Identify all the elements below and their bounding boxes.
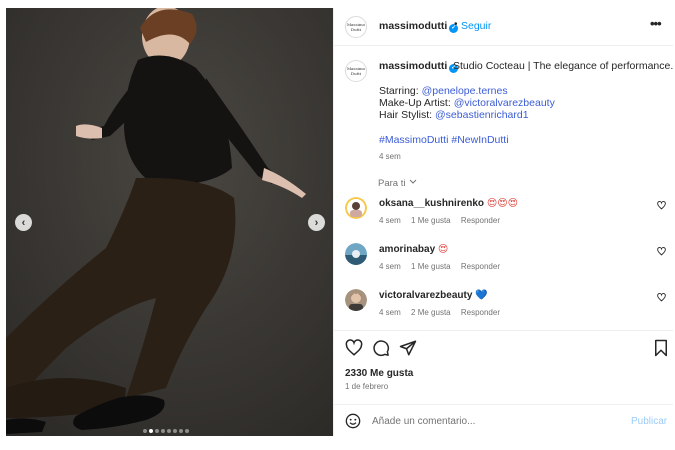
chevron-left-icon[interactable]: ‹: [15, 214, 32, 231]
carousel-dot: [173, 429, 177, 433]
caption-hashtags[interactable]: #MassimoDutti #NewInDutti: [379, 134, 509, 146]
caption-starring: Starring: @penelope.ternes: [379, 85, 508, 97]
comment-input[interactable]: [372, 412, 612, 430]
carousel-dot: [185, 429, 189, 433]
comment-icon[interactable]: [372, 339, 390, 357]
comment-item: oksana__kushnirenko 😍😍😍 4 sem 1 Me gusta…: [334, 197, 673, 239]
carousel-dot: [155, 429, 159, 433]
comment-time[interactable]: 4 sem: [379, 262, 401, 271]
heart-icon[interactable]: [345, 339, 363, 357]
comment-composer: Publicar: [334, 404, 673, 436]
makeup-handle-link[interactable]: @victoralvarezbeauty: [454, 97, 555, 109]
heart-icon[interactable]: [657, 201, 666, 213]
comment-time[interactable]: 4 sem: [379, 308, 401, 317]
carousel-dot: [161, 429, 165, 433]
starring-handle-link[interactable]: @penelope.ternes: [422, 85, 508, 97]
comment-likes[interactable]: 1 Me gusta: [411, 262, 451, 271]
follow-button[interactable]: Seguir: [461, 20, 491, 32]
caption-hair: Hair Stylist: @sebastienrichard1: [379, 109, 529, 121]
carousel-indicator: [143, 429, 189, 433]
chevron-down-icon: [409, 179, 417, 184]
header-username[interactable]: massimodutti ✓: [379, 20, 459, 33]
caption-makeup: Make-Up Artist: @victoralvarezbeauty: [379, 97, 555, 109]
post-photo: [6, 8, 333, 436]
avatar[interactable]: [345, 289, 367, 311]
comment-text: 😍: [437, 244, 449, 255]
comment-author-name[interactable]: victoralvarezbeauty: [379, 290, 472, 301]
comment-author[interactable]: oksana__kushnirenko 😍😍😍: [379, 198, 518, 209]
caption-text: Studio Cocteau | The elegance of perform…: [453, 60, 674, 72]
reply-button[interactable]: Responder: [461, 262, 500, 271]
comment-item: amorinabay 😍 4 sem 1 Me gusta Responder: [334, 243, 673, 285]
emoji-icon[interactable]: [345, 413, 361, 429]
more-options-button[interactable]: •••: [650, 16, 662, 31]
avatar[interactable]: [345, 243, 367, 265]
caption-timestamp[interactable]: 4 sem: [379, 152, 401, 161]
actions-divider: [334, 330, 673, 331]
avatar[interactable]: [345, 197, 367, 219]
comment-filter[interactable]: Para ti: [378, 178, 417, 189]
comment-author[interactable]: amorinabay 😍: [379, 244, 448, 255]
comment-time[interactable]: 4 sem: [379, 216, 401, 225]
brand-avatar[interactable]: Massimo Dutti: [345, 16, 367, 38]
comment-author[interactable]: victoralvarezbeauty 💙: [379, 290, 488, 301]
heart-icon[interactable]: [657, 293, 666, 305]
post-header: Massimo Dutti massimodutti ✓ • Seguir •••: [334, 8, 673, 46]
share-icon[interactable]: [399, 339, 417, 357]
header-username-text[interactable]: massimodutti: [379, 20, 447, 32]
carousel-dot: [143, 429, 147, 433]
comment-filter-label[interactable]: Para ti: [378, 178, 405, 189]
comment-meta: 4 sem 2 Me gusta Responder: [379, 308, 508, 317]
hair-label: Hair Stylist:: [379, 109, 433, 121]
caption-avatar[interactable]: Massimo Dutti: [345, 60, 367, 82]
hair-handle-link[interactable]: @sebastienrichard1: [435, 109, 529, 121]
caption-username[interactable]: massimodutti ✓: [379, 60, 459, 73]
likes-count[interactable]: 2330 Me gusta: [345, 368, 413, 379]
comment-text: 😍😍😍: [486, 198, 519, 209]
header-separator: •: [454, 19, 458, 30]
comment-meta: 4 sem 1 Me gusta Responder: [379, 262, 508, 271]
carousel-dot: [179, 429, 183, 433]
bookmark-icon[interactable]: [652, 339, 670, 357]
comment-author-name[interactable]: oksana__kushnirenko: [379, 198, 484, 209]
carousel-dot-active: [149, 429, 153, 433]
heart-icon[interactable]: [657, 247, 666, 259]
comment-likes[interactable]: 1 Me gusta: [411, 216, 451, 225]
comment-author-name[interactable]: amorinabay: [379, 244, 435, 255]
post-date: 1 de febrero: [345, 382, 389, 391]
comment-likes[interactable]: 2 Me gusta: [411, 308, 451, 317]
caption-avatar-logo-text: Massimo Dutti: [346, 66, 366, 76]
comment-item: victoralvarezbeauty 💙 4 sem 2 Me gusta R…: [334, 289, 673, 331]
makeup-label: Make-Up Artist:: [379, 97, 451, 109]
publish-button[interactable]: Publicar: [631, 416, 667, 427]
post-panel: Massimo Dutti massimodutti ✓ • Seguir •••…: [333, 8, 674, 436]
post-media[interactable]: ‹ ›: [6, 8, 333, 436]
reply-button[interactable]: Responder: [461, 216, 500, 225]
brand-logo-text: Massimo Dutti: [346, 22, 366, 32]
carousel-dot: [167, 429, 171, 433]
comment-text: 💙: [475, 290, 488, 301]
comment-meta: 4 sem 1 Me gusta Responder: [379, 216, 508, 225]
chevron-right-icon[interactable]: ›: [308, 214, 325, 231]
caption-username-text[interactable]: massimodutti: [379, 60, 447, 72]
reply-button[interactable]: Responder: [461, 308, 500, 317]
starring-label: Starring:: [379, 85, 419, 97]
